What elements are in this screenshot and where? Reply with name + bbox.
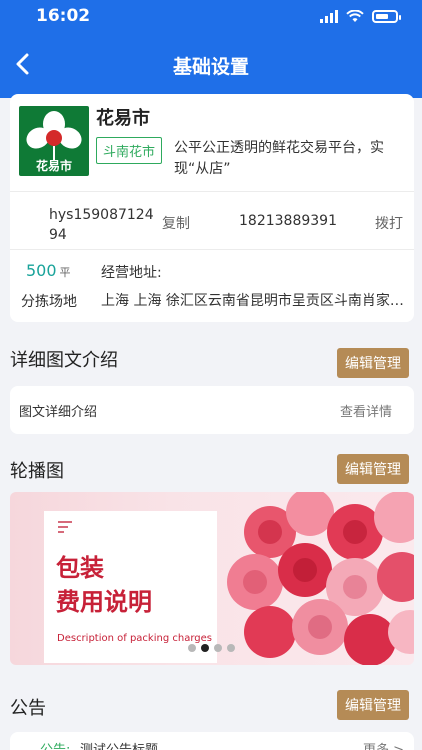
- carousel-banner[interactable]: 包装 费用说明 Description of packing charges: [10, 492, 414, 665]
- address-label: 经营地址:: [101, 265, 162, 281]
- banner-line-1: 包装: [56, 554, 104, 582]
- banner-line-2: 费用说明: [56, 588, 152, 616]
- carousel-pagination: [188, 644, 235, 652]
- shop-logo: 花易市: [19, 106, 89, 176]
- flower-logo-icon: [26, 111, 82, 161]
- detail-intro-label: 图文详细介绍: [19, 405, 98, 420]
- status-icons: [320, 9, 401, 23]
- section-title-carousel: 轮播图: [10, 461, 64, 482]
- carousel-dot[interactable]: [227, 644, 235, 652]
- carousel-dot[interactable]: [188, 644, 196, 652]
- site-area: 500 平: [26, 261, 71, 280]
- account-id: hys15908712494: [49, 207, 154, 243]
- market-tag: 斗南花市: [96, 137, 163, 164]
- edit-carousel-button[interactable]: 编辑管理: [337, 454, 409, 484]
- logo-text: 花易市: [35, 159, 72, 173]
- notice-label: 公告:: [40, 739, 70, 750]
- shop-name: 花易市: [96, 108, 150, 129]
- cellular-signal-icon: [320, 9, 338, 23]
- site-area-label: 分拣场地: [21, 294, 77, 310]
- status-bar: 16:02: [0, 6, 422, 28]
- section-title-detail: 详细图文介绍: [10, 350, 118, 371]
- page-title: 基础设置: [172, 56, 249, 78]
- carousel-dot-active[interactable]: [201, 644, 209, 652]
- divider: [10, 191, 414, 192]
- menu-lines-icon: [58, 521, 72, 536]
- copy-button[interactable]: 复制: [162, 213, 190, 233]
- wifi-icon: [346, 9, 364, 22]
- edit-detail-button[interactable]: 编辑管理: [337, 348, 409, 378]
- site-area-value: 500: [26, 261, 57, 280]
- notice-row[interactable]: 公告: 测试公告标题 更多 >: [10, 732, 414, 750]
- divider: [10, 249, 414, 250]
- site-area-unit: 平: [59, 266, 71, 279]
- view-details-link[interactable]: 查看详情: [340, 401, 392, 420]
- dial-button[interactable]: 拨打: [375, 213, 403, 233]
- notice-more-link[interactable]: 更多 >: [363, 739, 404, 750]
- edit-notice-button[interactable]: 编辑管理: [337, 690, 409, 720]
- banner-english-caption: Description of packing charges: [57, 633, 212, 644]
- notice-text: 测试公告标题: [80, 739, 158, 750]
- detail-intro-row[interactable]: 图文详细介绍 查看详情: [10, 386, 414, 434]
- status-time: 16:02: [36, 6, 91, 26]
- address-text: 上海 上海 徐汇区云南省昆明市呈贡区斗南肖家…: [101, 293, 404, 309]
- phone-number: 18213889391: [239, 213, 337, 229]
- banner-text-panel: 包装 费用说明 Description of packing charges: [44, 511, 217, 663]
- section-title-notice: 公告: [10, 698, 46, 719]
- shop-info-card: 花易市 花易市 斗南花市 公平公正透明的鲜花交易平台，实现“从店” hys159…: [10, 94, 414, 322]
- banner-heading: 包装 费用说明: [56, 551, 152, 619]
- shop-slogan: 公平公正透明的鲜花交易平台，实现“从店”: [174, 140, 384, 177]
- battery-icon: [372, 9, 401, 23]
- carousel-dot[interactable]: [214, 644, 222, 652]
- app-header: 16:02 基础设置: [0, 0, 422, 98]
